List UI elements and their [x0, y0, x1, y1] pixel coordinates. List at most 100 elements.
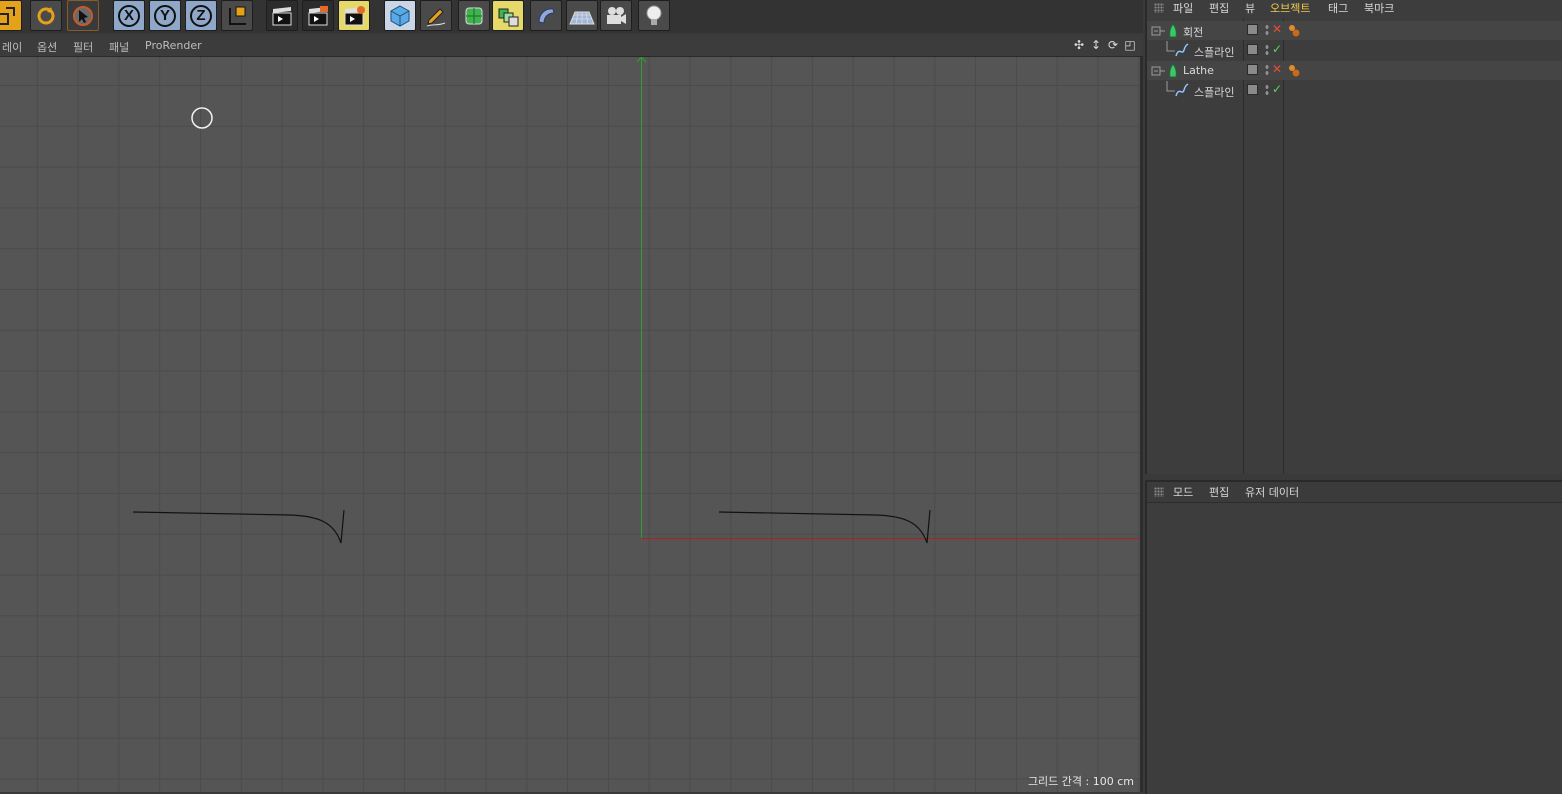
floor-grid-icon	[569, 11, 595, 24]
y-axis-lock-button[interactable]: Y	[149, 0, 181, 31]
x-axis-lock-button[interactable]: X	[113, 0, 145, 31]
floor-object-button[interactable]	[566, 0, 598, 31]
panel-grip-icon[interactable]	[1154, 487, 1164, 497]
object-name[interactable]: 스플라인	[1194, 84, 1234, 100]
layer-swatch[interactable]	[1247, 24, 1258, 35]
spline-curve-left[interactable]	[132, 509, 345, 544]
object-name[interactable]: Lathe	[1183, 64, 1214, 77]
viewport-menu-item[interactable]: 옵션	[37, 39, 57, 55]
visibility-dots[interactable]	[1265, 84, 1269, 96]
light-object-button[interactable]	[638, 0, 670, 31]
camera-icon	[607, 6, 626, 24]
attribute-manager-menubar: 모드 편집 유저 데이터	[1147, 484, 1562, 500]
panel-grip-icon[interactable]	[1154, 3, 1164, 13]
front-viewport[interactable]: 그리드 간격 : 100 cm	[0, 57, 1140, 792]
camera-object-button[interactable]	[600, 0, 632, 31]
object-row-lathe[interactable]: Lathe ✕	[1147, 61, 1562, 80]
move-view-icon[interactable]: ✣	[1072, 37, 1086, 52]
menu-objects[interactable]: 오브젝트	[1270, 0, 1310, 16]
object-row-spline-2[interactable]: 스플라인 ✓	[1147, 81, 1562, 100]
menu-mode[interactable]: 모드	[1173, 484, 1193, 500]
menu-bookmarks[interactable]: 북마크	[1364, 0, 1394, 16]
viewport-menu-item[interactable]: 레이	[2, 39, 22, 55]
deformer-button[interactable]	[530, 0, 562, 31]
enabled-check-icon[interactable]: ✓	[1272, 82, 1282, 96]
clapper-settings-icon	[344, 5, 365, 25]
viewport-menubar: 레이 옵션 필터 패널 ProRender ✣ ↕ ⟳ ◰	[0, 35, 1143, 57]
light-bulb-icon	[646, 5, 662, 25]
rotate-tool-button[interactable]	[30, 0, 62, 31]
phong-tag-icon[interactable]	[1287, 63, 1301, 77]
menu-file[interactable]: 파일	[1173, 0, 1193, 16]
lathe-generator-icon	[1169, 23, 1177, 38]
collapse-tree-icon[interactable]	[1151, 64, 1165, 78]
tree-branch-icon	[1166, 81, 1175, 92]
select-tool-button[interactable]	[67, 0, 99, 31]
render-picture-viewer-button[interactable]	[302, 0, 334, 31]
menu-edit[interactable]: 편집	[1209, 0, 1229, 16]
array-object-button[interactable]	[492, 0, 524, 31]
z-axis-icon: Z	[190, 4, 212, 27]
array-cubes-icon	[498, 8, 519, 26]
main-toolbar: X Y Z	[0, 0, 1143, 33]
visibility-dots[interactable]	[1265, 24, 1269, 36]
cube-icon	[390, 4, 410, 27]
object-row-spline-1[interactable]: 스플라인 ✓	[1147, 41, 1562, 60]
viewport-menu-item[interactable]: 패널	[109, 39, 129, 55]
collapse-tree-icon[interactable]	[1151, 24, 1165, 38]
cursor-icon	[73, 5, 93, 26]
brush-cursor-icon	[191, 107, 213, 129]
disabled-x-icon[interactable]: ✕	[1272, 62, 1282, 76]
coordinate-system-button[interactable]	[221, 0, 253, 31]
viewport-menu-item[interactable]: 필터	[73, 39, 93, 55]
menu-tags[interactable]: 태그	[1328, 0, 1348, 16]
viewport-menu-item[interactable]: ProRender	[145, 39, 202, 52]
world-coordinate-icon	[229, 6, 246, 25]
grid-spacing-label: 그리드 간격 : 100 cm	[1027, 775, 1134, 788]
object-manager: 파일 편집 뷰 오브젝트 태그 북마크 회전 ✕ 스플라인 ✓ Lathe ✕	[1145, 0, 1562, 474]
object-manager-menubar: 파일 편집 뷰 오브젝트 태그 북마크	[1147, 0, 1562, 16]
rotate-icon	[37, 6, 55, 24]
clapper-icon	[272, 6, 292, 25]
viewport-navigation: ✣ ↕ ⟳ ◰	[1072, 37, 1137, 52]
object-name[interactable]: 스플라인	[1194, 44, 1234, 60]
rotate-view-icon[interactable]: ⟳	[1106, 37, 1120, 52]
cube-object-button[interactable]	[384, 0, 416, 31]
menu-view[interactable]: 뷰	[1245, 0, 1255, 16]
visibility-dots[interactable]	[1265, 64, 1269, 76]
object-row-lathe-kr[interactable]: 회전 ✕	[1147, 21, 1562, 40]
lathe-generator-icon	[1169, 63, 1177, 78]
attribute-panel-body	[1147, 502, 1562, 793]
phong-tag-icon[interactable]	[1287, 23, 1301, 37]
tree-branch-icon	[1166, 41, 1175, 52]
viewport-border[interactable]	[1140, 57, 1143, 792]
subdivision-surface-button[interactable]	[458, 0, 490, 31]
enabled-check-icon[interactable]: ✓	[1272, 42, 1282, 56]
zoom-view-icon[interactable]: ↕	[1089, 37, 1103, 52]
render-view-button[interactable]	[266, 0, 298, 31]
viewport-canvas	[132, 57, 1140, 544]
layer-swatch[interactable]	[1247, 44, 1258, 55]
y-axis-icon: Y	[154, 4, 176, 27]
z-axis-lock-button[interactable]: Z	[185, 0, 217, 31]
object-name[interactable]: 회전	[1183, 24, 1203, 40]
pen-spline-icon	[426, 7, 446, 26]
layer-swatch[interactable]	[1247, 64, 1258, 75]
attribute-manager: 모드 편집 유저 데이터	[1145, 480, 1562, 794]
scale-icon	[0, 6, 15, 25]
menu-user-data[interactable]: 유저 데이터	[1245, 484, 1299, 500]
spline-icon	[1175, 43, 1189, 57]
maximize-view-icon[interactable]: ◰	[1123, 37, 1137, 52]
menu-edit[interactable]: 편집	[1209, 484, 1229, 500]
x-axis-icon: X	[118, 4, 140, 27]
clapper-picture-icon	[308, 5, 328, 25]
spline-icon	[1175, 83, 1189, 97]
subdivision-icon	[465, 7, 483, 24]
visibility-dots[interactable]	[1265, 44, 1269, 56]
render-settings-button[interactable]	[338, 0, 370, 31]
layer-swatch[interactable]	[1247, 84, 1258, 95]
pen-tool-button[interactable]	[420, 0, 452, 31]
bend-deformer-icon	[538, 7, 555, 24]
model-mode-button[interactable]	[0, 0, 22, 31]
disabled-x-icon[interactable]: ✕	[1272, 22, 1282, 36]
